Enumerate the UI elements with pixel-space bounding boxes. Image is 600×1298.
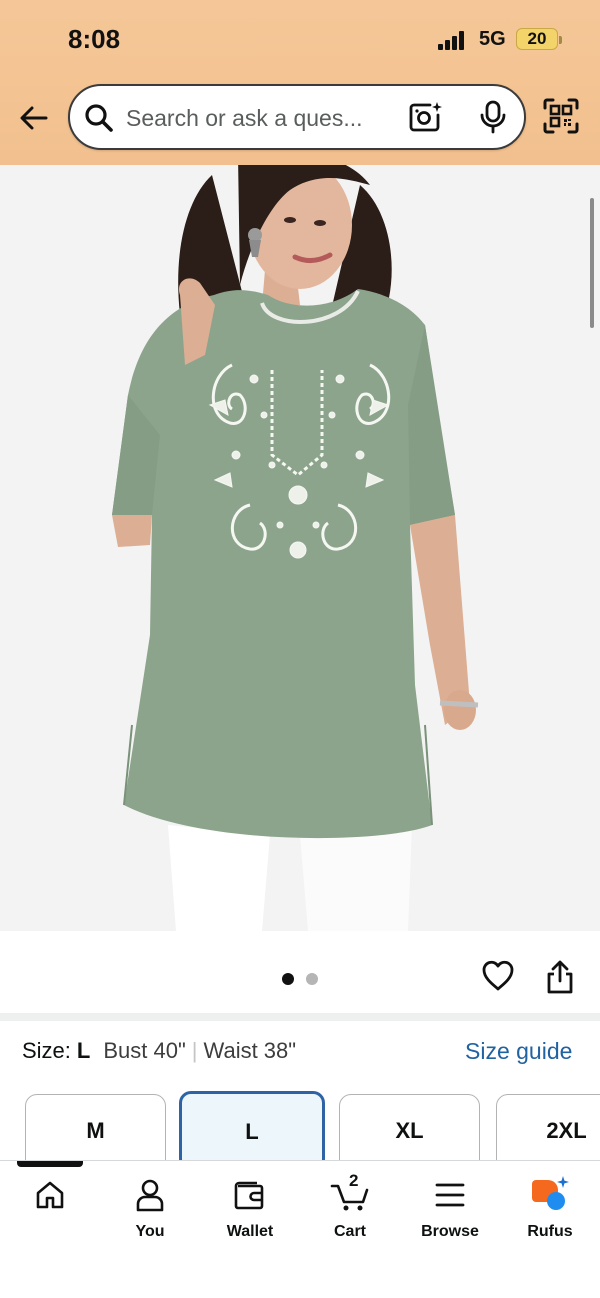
- carousel-dot-active[interactable]: [282, 973, 294, 985]
- microphone-icon[interactable]: [478, 100, 508, 134]
- size-summary: Size: L Bust 40" | Waist 38": [22, 1038, 296, 1072]
- nav-label: Rufus: [527, 1223, 573, 1240]
- measure-separator: |: [191, 1038, 198, 1063]
- size-guide-link[interactable]: Size guide: [465, 1038, 572, 1065]
- bust-measure: Bust 40": [103, 1038, 186, 1063]
- product-image[interactable]: [0, 165, 600, 931]
- carousel-dot[interactable]: [306, 973, 318, 985]
- nav-item-cart[interactable]: 2 Cart: [300, 1171, 400, 1255]
- search-input[interactable]: [126, 100, 386, 136]
- nav-item-rufus[interactable]: Rufus: [500, 1175, 600, 1255]
- share-icon[interactable]: [544, 959, 576, 995]
- camera-lens-icon[interactable]: [408, 101, 442, 133]
- nav-label: Wallet: [226, 1223, 274, 1240]
- arrow-left-icon: [20, 106, 48, 130]
- back-button[interactable]: [16, 100, 52, 136]
- nav-item-wallet[interactable]: Wallet: [200, 1175, 300, 1255]
- nav-label: Browse: [421, 1223, 479, 1240]
- battery-icon: 20: [516, 28, 562, 50]
- signal-icon: [438, 30, 468, 50]
- user-icon: [136, 1179, 164, 1212]
- heart-icon[interactable]: [481, 959, 515, 993]
- nav-item-browse[interactable]: Browse: [400, 1175, 500, 1255]
- home-icon: [36, 1181, 64, 1209]
- rufus-icon: [532, 1176, 569, 1210]
- battery-level: 20: [527, 29, 547, 48]
- carousel-controls: [0, 931, 600, 1013]
- nav-item-home[interactable]: [0, 1175, 100, 1255]
- network-type: 5G: [479, 28, 506, 50]
- scroll-indicator: [590, 198, 594, 328]
- section-divider: [0, 1013, 600, 1021]
- wallet-icon: [234, 1181, 264, 1210]
- menu-icon: [435, 1183, 465, 1207]
- nav-label: Cart: [333, 1223, 366, 1240]
- selected-size: L: [76, 1038, 91, 1063]
- waist-measure: Waist 38": [203, 1038, 297, 1063]
- size-label: Size:: [22, 1038, 71, 1063]
- kurti-illustration: [0, 165, 600, 931]
- search-bar[interactable]: [68, 84, 526, 150]
- size-option-l[interactable]: L: [179, 1091, 325, 1171]
- nav-active-indicator: [17, 1161, 83, 1167]
- status-time: 8:08: [68, 24, 121, 54]
- status-bar: 8:08 5G 20: [0, 0, 600, 80]
- bottom-nav: You Wallet 2 Cart Browse Rufus: [0, 1160, 600, 1298]
- nav-item-you[interactable]: You: [100, 1175, 200, 1255]
- qr-scan-icon[interactable]: [543, 98, 579, 134]
- cart-count-badge: 2: [349, 1171, 359, 1190]
- nav-label: You: [135, 1223, 165, 1240]
- search-icon: [85, 104, 113, 132]
- app-header: 8:08 5G 20: [0, 0, 600, 165]
